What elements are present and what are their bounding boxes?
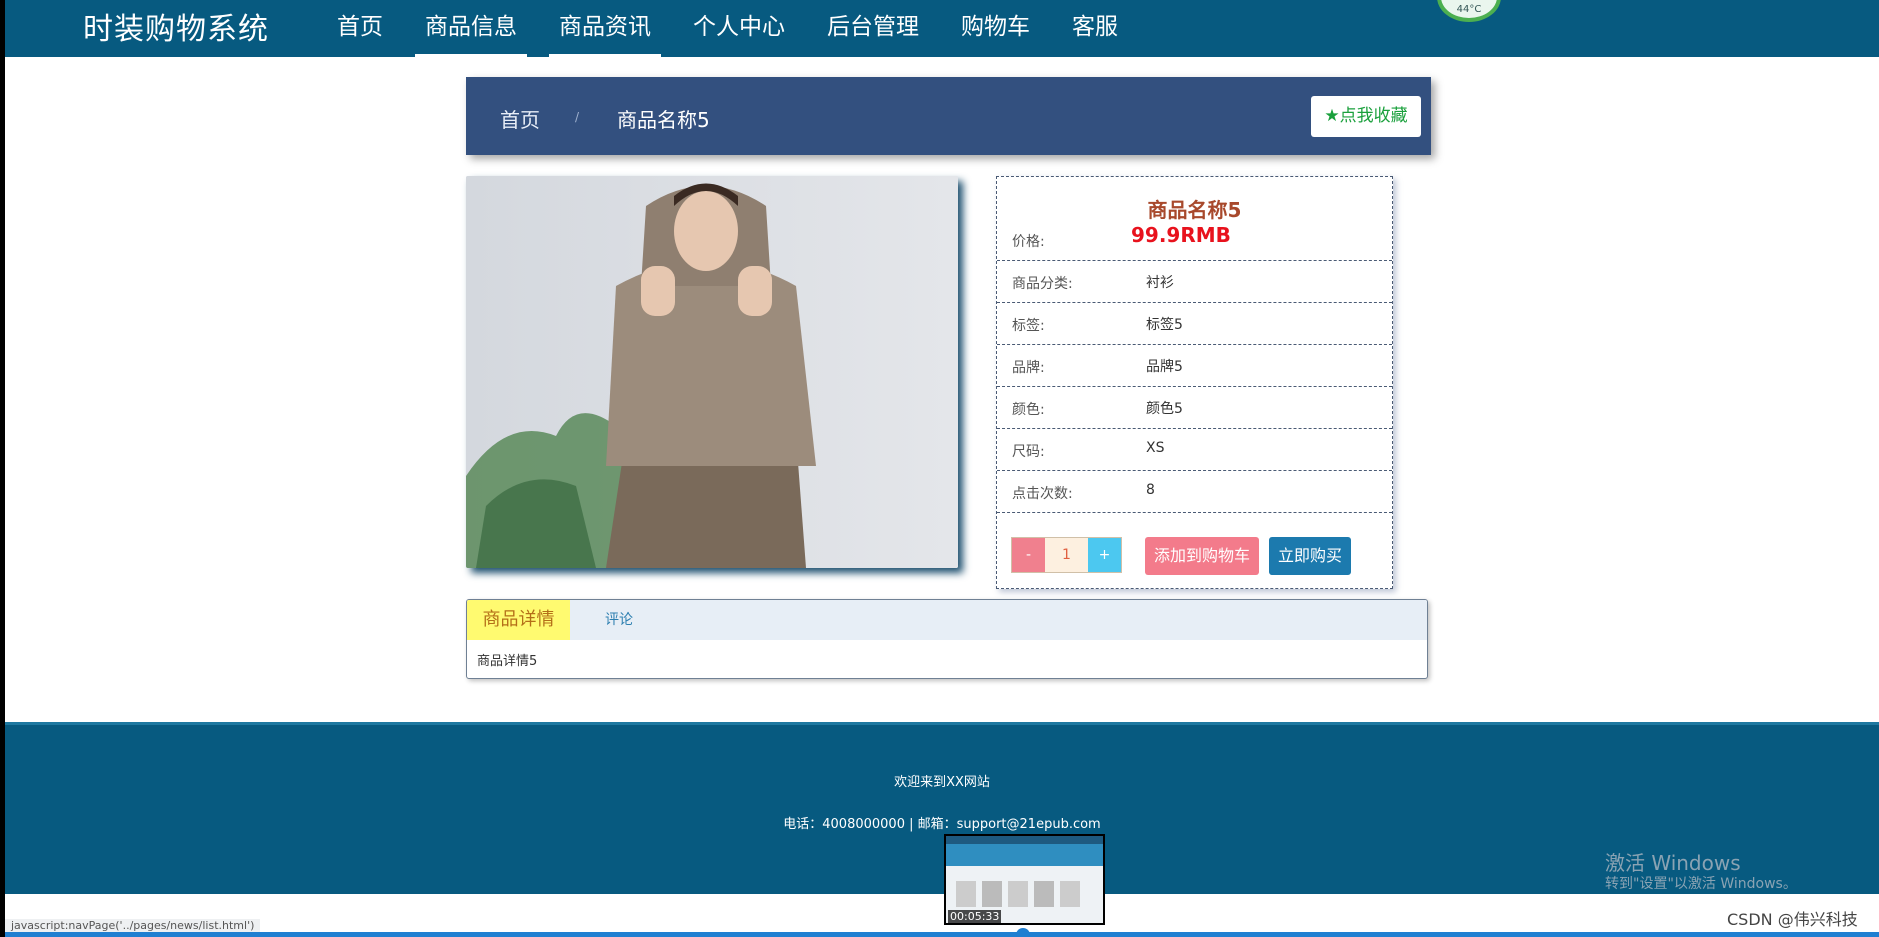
video-progress-bar[interactable] bbox=[5, 932, 1879, 937]
favorite-label: 点我收藏 bbox=[1339, 106, 1408, 126]
attribute-label: 标签: bbox=[1012, 318, 1045, 334]
product-info-panel: 商品名称5 价格: 99.9RMB 商品分类: 衬衫 标签: 标签5 品牌: 品… bbox=[996, 176, 1393, 589]
nav-service[interactable]: 客服 bbox=[1062, 0, 1128, 57]
nav-admin[interactable]: 后台管理 bbox=[817, 0, 929, 57]
footer-contact: 电话：4008000000 | 邮箱：support@21epub.com bbox=[783, 817, 1101, 832]
price-row: 价格: 99.9RMB bbox=[997, 219, 1392, 261]
price-label: 价格: bbox=[1012, 234, 1045, 250]
add-to-cart-button[interactable]: 添加到购物车 bbox=[1145, 537, 1259, 575]
attribute-row: 标签: 标签5 bbox=[997, 303, 1392, 345]
footer: 欢迎来到XX网站 电话：4008000000 | 邮箱：support@21ep… bbox=[5, 722, 1879, 894]
quantity-stepper: - 1 + bbox=[1011, 537, 1122, 573]
breadcrumb-current: 商品名称5 bbox=[617, 108, 710, 132]
footer-welcome: 欢迎来到XX网站 bbox=[894, 775, 990, 790]
quantity-decrease-button[interactable]: - bbox=[1012, 538, 1045, 572]
tab-header: 商品详情 评论 bbox=[467, 600, 1427, 640]
csdn-watermark: CSDN @伟兴科技 bbox=[1727, 910, 1858, 929]
quantity-input[interactable]: 1 bbox=[1045, 538, 1088, 572]
price-value: 99.9RMB bbox=[1131, 223, 1231, 247]
tab-details[interactable]: 商品详情 bbox=[467, 600, 570, 640]
attribute-label: 点击次数: bbox=[1012, 486, 1073, 502]
nav-news[interactable]: 商品资讯 bbox=[549, 0, 661, 57]
breadcrumb-separator: / bbox=[575, 110, 580, 124]
attribute-label: 尺码: bbox=[1012, 444, 1045, 460]
tab-content: 商品详情5 bbox=[477, 654, 538, 669]
attribute-value: XS bbox=[1146, 440, 1165, 456]
tab-comments[interactable]: 评论 bbox=[605, 600, 633, 640]
favorite-button[interactable]: ★点我收藏 bbox=[1311, 96, 1421, 137]
attribute-value: 8 bbox=[1146, 482, 1155, 498]
attribute-row: 尺码: XS bbox=[997, 429, 1392, 471]
quantity-increase-button[interactable]: + bbox=[1088, 538, 1121, 572]
nav-personal-center[interactable]: 个人中心 bbox=[683, 0, 795, 57]
attribute-value: 衬衫 bbox=[1146, 275, 1174, 291]
attribute-row: 颜色: 颜色5 bbox=[997, 387, 1392, 429]
weather-widget: 44°C bbox=[1437, 0, 1501, 22]
attribute-row: 点击次数: 8 bbox=[997, 471, 1392, 513]
nav-products[interactable]: 商品信息 bbox=[415, 0, 527, 57]
attribute-value: 品牌5 bbox=[1146, 359, 1183, 375]
attribute-row: 商品分类: 衬衫 bbox=[997, 261, 1392, 303]
attribute-value: 颜色5 bbox=[1146, 401, 1183, 417]
top-navbar: 时装购物系统 首页 商品信息 商品资讯 个人中心 后台管理 购物车 客服 44°… bbox=[5, 0, 1879, 57]
nav-home[interactable]: 首页 bbox=[327, 0, 393, 57]
breadcrumb-home[interactable]: 首页 bbox=[500, 104, 540, 133]
buy-now-button[interactable]: 立即购买 bbox=[1269, 537, 1351, 575]
attribute-label: 颜色: bbox=[1012, 402, 1045, 418]
windows-activation-title: 激活 Windows bbox=[1605, 851, 1741, 875]
page: 时装购物系统 首页 商品信息 商品资讯 个人中心 后台管理 购物车 客服 44°… bbox=[5, 0, 1879, 937]
star-icon: ★ bbox=[1324, 106, 1340, 126]
attribute-label: 品牌: bbox=[1012, 360, 1045, 376]
video-preview-thumbnail[interactable]: 00:05:33 bbox=[944, 834, 1105, 925]
attribute-row: 品牌: 品牌5 bbox=[997, 345, 1392, 387]
site-logo[interactable]: 时装购物系统 bbox=[83, 4, 269, 48]
product-tabs: 商品详情 评论 商品详情5 bbox=[466, 599, 1428, 679]
video-progress-handle[interactable] bbox=[1016, 928, 1030, 937]
video-timestamp: 00:05:33 bbox=[948, 910, 1002, 923]
nav-cart[interactable]: 购物车 bbox=[951, 0, 1040, 57]
breadcrumb: 首页 / 商品名称5 ★点我收藏 bbox=[466, 77, 1431, 155]
product-image bbox=[466, 176, 958, 568]
main-nav: 首页 商品信息 商品资讯 个人中心 后台管理 购物车 客服 bbox=[327, 0, 1150, 57]
attribute-value: 标签5 bbox=[1146, 317, 1183, 333]
attribute-label: 商品分类: bbox=[1012, 276, 1073, 292]
windows-activation-subtitle: 转到"设置"以激活 Windows。 bbox=[1605, 876, 1797, 892]
